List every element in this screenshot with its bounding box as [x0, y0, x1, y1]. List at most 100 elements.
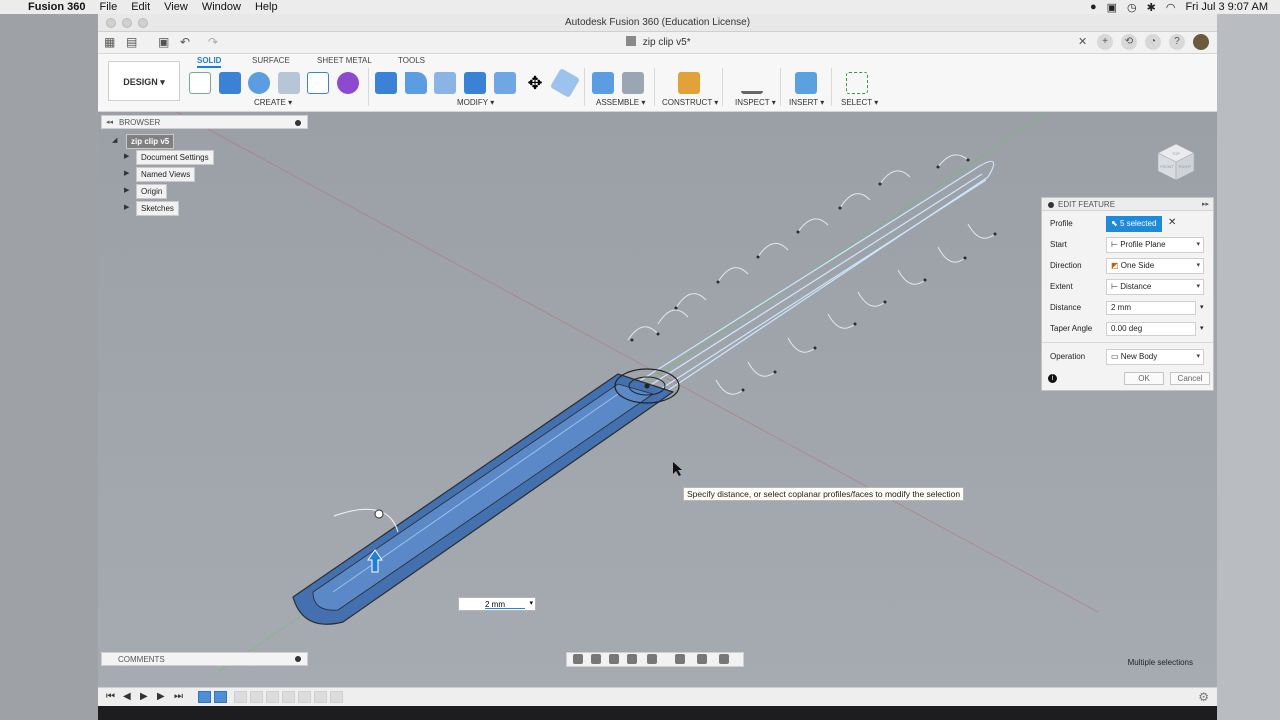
app-menu[interactable]: Fusion 360 — [28, 1, 85, 13]
save-icon[interactable]: ▣ — [158, 35, 169, 49]
create-sketch-icon[interactable] — [189, 72, 211, 94]
timeline-feature[interactable] — [234, 691, 247, 703]
timeline-feature[interactable] — [314, 691, 327, 703]
viewcube[interactable]: TOP FRONT RIGHT — [1156, 142, 1196, 182]
menu-edit[interactable]: Edit — [131, 1, 150, 13]
zoom-icon[interactable] — [627, 654, 637, 664]
collapse-root-icon[interactable]: ◢ — [112, 136, 117, 144]
timeline-feature-extrude[interactable] — [214, 691, 227, 703]
gear-icon[interactable]: ⚙ — [1198, 690, 1209, 704]
grid-settings-icon[interactable] — [697, 654, 707, 664]
browser-item-sketches[interactable]: Sketches — [136, 201, 179, 216]
orbit-icon[interactable] — [573, 654, 583, 664]
group-create[interactable]: CREATE ▾ — [254, 98, 292, 107]
extrude-icon[interactable] — [219, 72, 241, 94]
notifications-icon[interactable]: ◔ — [1145, 34, 1161, 50]
expand-origin-icon[interactable]: ▶ — [124, 186, 129, 194]
ok-button[interactable]: OK — [1124, 372, 1164, 385]
pan-icon[interactable] — [609, 654, 619, 664]
direction-select[interactable]: ◩ One Side ▾ — [1106, 258, 1204, 274]
timeline-feature[interactable] — [298, 691, 311, 703]
menu-help[interactable]: Help — [255, 1, 278, 13]
split-body-icon[interactable] — [494, 72, 516, 94]
insert-image-icon[interactable] — [795, 72, 817, 94]
start-select[interactable]: ⊢ Profile Plane ▾ — [1106, 237, 1204, 253]
operation-select[interactable]: ▭ New Body ▾ — [1106, 349, 1204, 365]
help-icon[interactable]: ? — [1169, 34, 1185, 50]
play-icon[interactable]: ▶ — [140, 691, 148, 702]
taper-angle-input[interactable]: 0.00 deg — [1106, 322, 1196, 336]
group-insert[interactable]: INSERT ▾ — [789, 98, 824, 107]
workspace-switcher[interactable]: DESIGN ▾ — [108, 61, 180, 101]
joint-icon[interactable] — [622, 72, 644, 94]
fillet-icon[interactable] — [405, 72, 427, 94]
pattern-icon[interactable] — [307, 72, 329, 94]
timeline-feature[interactable] — [282, 691, 295, 703]
tab-sheet-metal[interactable]: SHEET METAL — [317, 56, 372, 65]
group-assemble[interactable]: ASSEMBLE ▾ — [596, 98, 645, 107]
redo-icon[interactable]: ↷ — [208, 35, 218, 49]
extent-select[interactable]: ⊢ Distance ▾ — [1106, 279, 1204, 295]
expand-dialog-icon[interactable]: ▸▸ — [1202, 198, 1209, 211]
offset-plane-icon[interactable] — [678, 72, 700, 94]
file-menu-icon[interactable]: ▤ — [126, 35, 137, 49]
zoom-window-button[interactable] — [138, 18, 148, 28]
select-box-icon[interactable] — [846, 72, 868, 94]
expand-named-views-icon[interactable]: ▶ — [124, 169, 129, 177]
group-select[interactable]: SELECT ▾ — [841, 98, 878, 107]
minimize-window-button[interactable] — [122, 18, 132, 28]
timeline-feature[interactable] — [266, 691, 279, 703]
messages-icon[interactable]: ▣ — [1107, 1, 1117, 14]
go-to-start-icon[interactable]: ⏮ — [106, 691, 115, 702]
wifi-icon[interactable]: ◠ — [1166, 1, 1176, 14]
expand-document-settings-icon[interactable]: ▶ — [124, 152, 129, 160]
measure-icon[interactable] — [741, 72, 763, 94]
step-forward-icon[interactable]: ▶ — [157, 691, 165, 702]
grid-apps-icon[interactable]: ▦ — [104, 35, 115, 49]
pin-icon[interactable] — [295, 120, 301, 126]
chevron-down-icon[interactable]: ▾ — [1200, 324, 1204, 332]
expand-sketches-icon[interactable]: ▶ — [124, 203, 129, 211]
browser-item-named-views[interactable]: Named Views — [136, 167, 196, 182]
timeline-feature[interactable] — [250, 691, 263, 703]
fit-icon[interactable] — [647, 654, 657, 664]
group-construct[interactable]: CONSTRUCT ▾ — [662, 98, 718, 107]
erase-icon[interactable] — [549, 67, 581, 99]
clear-selection-icon[interactable]: ✕ — [1168, 217, 1176, 228]
timeline-feature-sketch[interactable] — [198, 691, 211, 703]
group-modify[interactable]: MODIFY ▾ — [457, 98, 494, 107]
shell-icon[interactable] — [434, 72, 456, 94]
document-tab[interactable]: zip clip v5* — [626, 34, 691, 52]
menu-view[interactable]: View — [164, 1, 188, 13]
form-icon[interactable] — [337, 72, 359, 94]
chevron-down-icon[interactable]: ▾ — [529, 599, 533, 607]
distance-manipulator-input[interactable]: 2 mm ▾ — [458, 597, 536, 611]
job-status-icon[interactable]: ⟲ — [1121, 34, 1137, 50]
hole-icon[interactable] — [278, 72, 300, 94]
group-inspect[interactable]: INSPECT ▾ — [735, 98, 776, 107]
time-machine-icon[interactable]: ◷ — [1127, 1, 1137, 14]
browser-panel-header[interactable]: ◂◂ BROWSER — [101, 115, 308, 129]
combine-icon[interactable] — [464, 72, 486, 94]
collapse-browser-icon[interactable]: ◂◂ — [106, 116, 113, 129]
info-icon[interactable]: i — [1048, 374, 1057, 383]
undo-icon[interactable]: ↶ — [180, 35, 190, 49]
tab-solid[interactable]: SOLID — [197, 56, 222, 68]
timeline-feature[interactable] — [330, 691, 343, 703]
bluetooth-icon[interactable]: ✱ — [1147, 1, 1156, 14]
distance-input[interactable]: 2 mm — [1106, 301, 1196, 315]
look-at-icon[interactable] — [591, 654, 601, 664]
new-component-icon[interactable] — [592, 72, 614, 94]
tab-surface[interactable]: SURFACE — [252, 56, 290, 65]
profile-selection[interactable]: ⬉ 5 selected — [1106, 216, 1162, 232]
go-to-end-icon[interactable]: ⏭ — [174, 691, 183, 702]
distance-manipulator-value[interactable]: 2 mm — [485, 600, 525, 609]
chevron-down-icon[interactable]: ▾ — [1200, 303, 1204, 311]
move-icon[interactable]: ✥ — [524, 72, 546, 94]
browser-item-origin[interactable]: Origin — [136, 184, 168, 199]
step-back-icon[interactable]: ◀ — [123, 691, 131, 702]
press-pull-icon[interactable] — [375, 72, 397, 94]
user-avatar[interactable] — [1193, 34, 1209, 50]
cancel-button[interactable]: Cancel — [1170, 372, 1210, 385]
display-settings-icon[interactable] — [675, 654, 685, 664]
